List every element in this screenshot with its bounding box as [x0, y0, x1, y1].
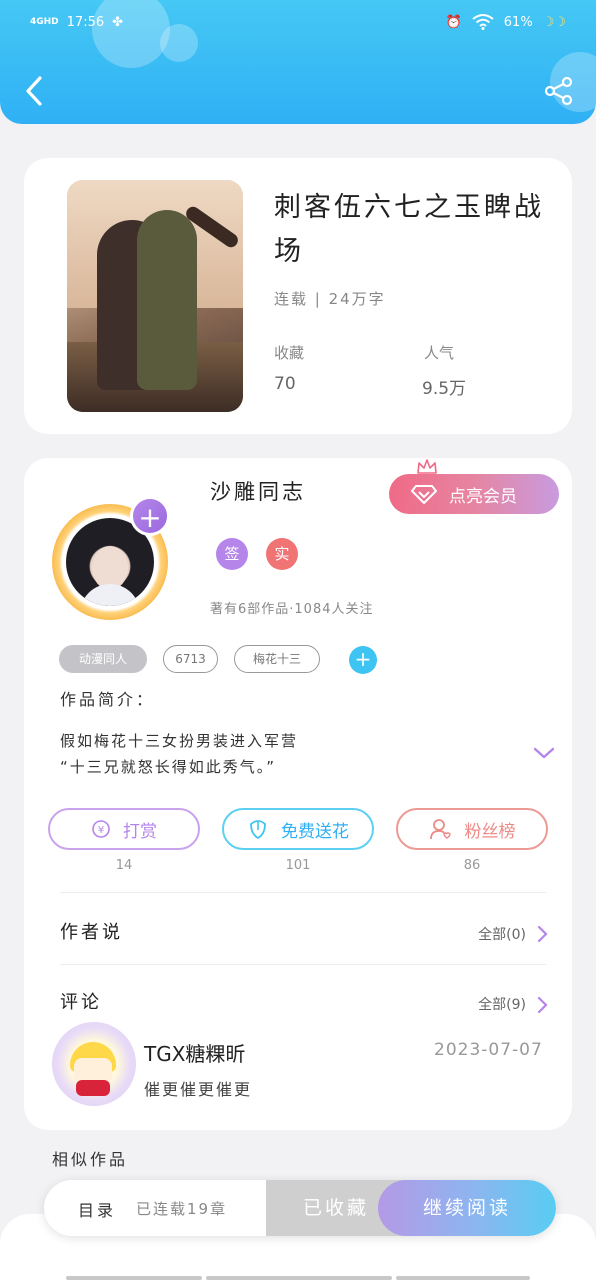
book-info-card: 刺客伍六七之玉睥战场 连载 | 24万字 收藏 人气 70 9.5万	[24, 158, 572, 434]
comments-title: 评论	[60, 992, 102, 1013]
tag-item[interactable]: 动漫同人	[59, 645, 147, 673]
divider	[60, 892, 546, 893]
fan-icon: ✤	[112, 14, 124, 30]
reward-count: 14	[115, 858, 133, 873]
alarm-icon: ⏰	[445, 14, 462, 30]
similar-works-title: 相似作品	[52, 1150, 129, 1169]
add-tag-button[interactable]: +	[349, 646, 377, 674]
tag-item[interactable]: 梅花十三	[234, 645, 320, 673]
wifi-icon	[472, 14, 494, 30]
author-name[interactable]: 沙雕同志	[210, 476, 306, 506]
moon-icon: ☽☽	[542, 14, 566, 30]
send-flower-label: 免费送花	[281, 821, 349, 842]
status-bar: 4GHD 17:56 ✤ ⏰ 61% ☽☽	[30, 10, 566, 34]
verified-badge: 实	[266, 538, 298, 570]
popularity-value: 9.5万	[422, 379, 467, 399]
book-cover-image[interactable]	[67, 180, 243, 412]
back-arrow-icon[interactable]	[20, 74, 50, 108]
follow-plus-button[interactable]: +	[130, 496, 170, 536]
bottom-action-bar: 目录 已连载19章 已收藏 继续阅读	[44, 1180, 556, 1236]
author-says-more[interactable]: 全部(0)	[478, 924, 526, 944]
reward-button[interactable]: ¥ 打赏	[48, 808, 200, 850]
author-card: + 沙雕同志 点亮会员 签 实 著有6部作品·1084人关注 动漫同人 6713…	[24, 458, 572, 1130]
top-header: 4GHD 17:56 ✤ ⏰ 61% ☽☽	[0, 0, 596, 124]
flower-count: 101	[285, 858, 311, 873]
coin-icon: ¥	[92, 820, 110, 838]
favorites-value: 70	[274, 374, 296, 394]
fan-rank-button[interactable]: 粉丝榜	[396, 808, 548, 850]
author-works-info: 著有6部作品·1084人关注	[210, 602, 374, 617]
author-says-title: 作者说	[60, 922, 123, 943]
comment-date: 2023-07-07	[434, 1040, 543, 1060]
placeholder-line	[66, 1276, 202, 1280]
vip-button[interactable]: 点亮会员	[389, 474, 559, 514]
intro-label: 作品简介：	[60, 690, 156, 709]
placeholder-line	[206, 1276, 392, 1280]
signed-badge: 签	[216, 538, 248, 570]
vip-button-label: 点亮会员	[449, 486, 517, 507]
toc-button[interactable]: 目录	[78, 1197, 116, 1221]
chevron-right-icon[interactable]	[536, 996, 548, 1014]
network-indicator: 4GHD	[30, 16, 59, 27]
placeholder-line	[396, 1276, 530, 1280]
diamond-icon	[411, 485, 437, 504]
intro-text-line: “十三兄就怒长得如此秀气。”	[60, 758, 277, 776]
user-heart-icon	[429, 819, 451, 840]
chapter-count[interactable]: 已连载19章	[136, 1198, 227, 1219]
comments-more[interactable]: 全部(9)	[478, 994, 526, 1014]
commenter-avatar[interactable]	[52, 1022, 136, 1106]
status-time: 17:56	[66, 14, 105, 30]
share-icon[interactable]	[544, 76, 574, 106]
popularity-label: 人气	[424, 344, 455, 362]
book-title: 刺客伍六七之玉睥战场	[274, 192, 544, 267]
flower-icon	[250, 820, 266, 840]
favorites-label: 收藏	[274, 344, 305, 362]
divider	[60, 964, 546, 965]
fan-rank-label: 粉丝榜	[464, 821, 516, 842]
comment-text: 催更催更催更	[144, 1080, 253, 1099]
continue-reading-button[interactable]: 继续阅读	[378, 1180, 556, 1236]
tag-item[interactable]: 6713	[163, 645, 218, 673]
intro-text-line: 假如梅花十三女扮男装进入军营	[60, 732, 299, 750]
svg-text:¥: ¥	[98, 825, 104, 836]
commenter-name[interactable]: TGX糖粿昕	[144, 1038, 245, 1067]
chevron-down-icon[interactable]	[532, 744, 556, 762]
chevron-right-icon[interactable]	[536, 925, 548, 943]
fan-count: 86	[463, 858, 481, 873]
send-flower-button[interactable]: 免费送花	[222, 808, 374, 850]
book-status: 连载 | 24万字	[274, 290, 386, 308]
battery-level: 61%	[503, 14, 533, 30]
reward-label: 打赏	[123, 821, 157, 842]
